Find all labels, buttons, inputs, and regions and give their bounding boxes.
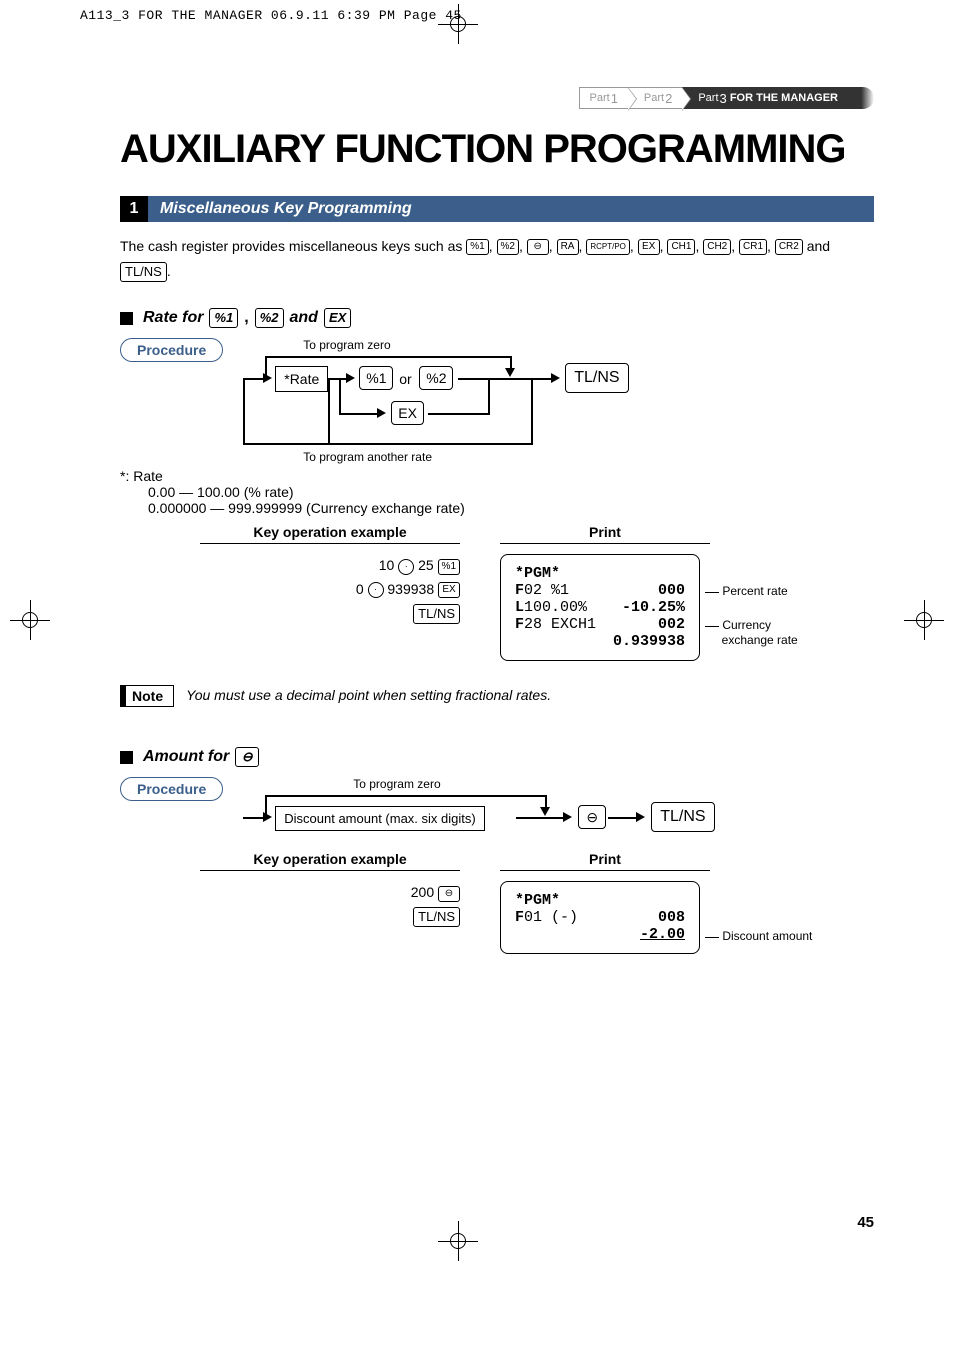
- breadcrumb: Part1 Part2 Part3 FOR THE MANAGER: [120, 87, 874, 109]
- callout-discount: Discount amount: [705, 929, 812, 943]
- keyop-row-1: 10 · 25 %1: [200, 554, 460, 578]
- key-minus: ⊖: [527, 239, 549, 255]
- section-title: Miscellaneous Key Programming: [148, 196, 874, 222]
- node-rate: *Rate: [275, 366, 328, 392]
- key-pct1-h: %1: [209, 308, 238, 328]
- flow-key-tlns: TL/NS: [565, 363, 628, 393]
- keyop-header: Key operation example: [200, 524, 460, 544]
- rate-receipt: *PGM* F02 %1000 L100.00%-10.25% F28 EXCH…: [500, 554, 700, 661]
- node-discount: Discount amount (max. six digits): [275, 806, 484, 831]
- label-to-zero-2: To program zero: [353, 777, 440, 791]
- rate-range-1: 0.00 — 100.00 (% rate): [148, 484, 874, 500]
- keyop-key-tlns: TL/NS: [413, 604, 460, 624]
- key-tlns: TL/NS: [120, 262, 167, 282]
- crop-mark-bottom: [438, 1221, 478, 1261]
- section-number: 1: [120, 196, 148, 222]
- key-pct1: %1: [466, 239, 488, 255]
- key-pct2-h: %2: [255, 308, 284, 328]
- key-cr2: CR2: [775, 239, 803, 255]
- keyop-row-2: 0 · 939938 EX: [200, 578, 460, 602]
- note-box: Note You must use a decimal point when s…: [120, 685, 874, 707]
- key-ex: EX: [638, 239, 660, 255]
- note-label: Note: [120, 685, 174, 707]
- flow-key-pct1: %1: [359, 366, 393, 390]
- label-to-zero: To program zero: [303, 338, 390, 352]
- section-header: 1 Miscellaneous Key Programming: [120, 196, 874, 222]
- amount-flow-diagram: To program zero Discount amount (max. si…: [243, 777, 723, 847]
- key-minus-h: ⊖: [235, 747, 259, 767]
- callout-currency: Currency exchange rate: [705, 618, 798, 647]
- keyop2-key-tlns: TL/NS: [413, 907, 460, 927]
- key-ch1: CH1: [667, 239, 695, 255]
- page-title: AUXILIARY FUNCTION PROGRAMMING: [120, 127, 874, 172]
- print-header: Print: [500, 524, 710, 544]
- flow-key-ex: EX: [391, 401, 424, 425]
- key-rcptpo: RCPT/PO: [586, 239, 630, 255]
- page-number: 45: [120, 1214, 874, 1231]
- intro-tlns: TL/NS.: [120, 261, 874, 282]
- callout-percent: Percent rate: [705, 584, 788, 598]
- flow-key-minus: ⊖: [578, 805, 606, 829]
- crop-mark-left: [10, 600, 50, 640]
- label-to-another: To program another rate: [303, 450, 432, 464]
- amount-receipt: *PGM* F01 (-)008 -2.00: [500, 881, 700, 954]
- print-header-2: Print: [500, 851, 710, 871]
- label-or: or: [399, 371, 411, 387]
- keyop2-key-minus: ⊖: [438, 886, 460, 902]
- keyop-key-ex: EX: [438, 582, 460, 598]
- procedure-label: Procedure: [120, 338, 223, 362]
- keyop2-row-1: 200 ⊖: [200, 881, 460, 905]
- rate-range-2: 0.000000 — 999.999999 (Currency exchange…: [148, 500, 874, 516]
- rate-subhead: Rate for %1, %2 and EX: [120, 308, 874, 328]
- key-ch2: CH2: [703, 239, 731, 255]
- key-ex-h: EX: [324, 308, 351, 328]
- page-body: Part1 Part2 Part3 FOR THE MANAGER AUXILI…: [0, 27, 954, 1271]
- crop-mark-top: [438, 4, 478, 44]
- keyop-key-pct1: %1: [438, 559, 460, 575]
- keyop-row-3: TL/NS: [200, 602, 460, 626]
- keyop2-row-2: TL/NS: [200, 905, 460, 929]
- key-cr1: CR1: [739, 239, 767, 255]
- flow-key-pct2: %2: [419, 366, 453, 390]
- rate-note-star: *: Rate: [120, 468, 874, 484]
- keyop-header-2: Key operation example: [200, 851, 460, 871]
- key-ra: RA: [557, 239, 579, 255]
- key-dot2: ·: [368, 582, 384, 598]
- breadcrumb-part1: Part1: [579, 87, 628, 109]
- key-dot: ·: [398, 559, 414, 575]
- amount-subhead: Amount for ⊖: [120, 747, 874, 767]
- key-pct2: %2: [497, 239, 519, 255]
- rate-flow-diagram: To program zero *Rate %1 or %2 TL/NS EX: [243, 338, 683, 458]
- breadcrumb-part3: Part3 FOR THE MANAGER: [682, 87, 856, 109]
- note-text: You must use a decimal point when settin…: [186, 685, 551, 703]
- crop-mark-right: [904, 600, 944, 640]
- flow-key-tlns-2: TL/NS: [651, 802, 714, 832]
- procedure-label-2: Procedure: [120, 777, 223, 801]
- intro-text: The cash register provides miscellaneous…: [120, 236, 874, 257]
